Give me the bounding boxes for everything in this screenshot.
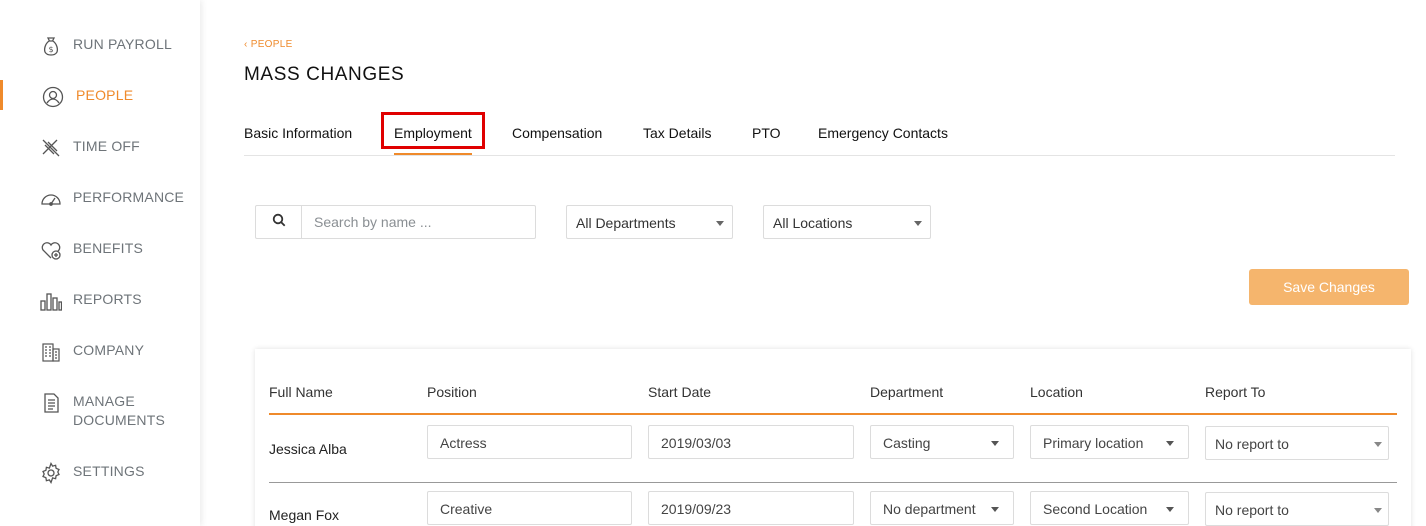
breadcrumb[interactable]: ‹ PEOPLE [244, 39, 293, 50]
search-box [255, 205, 536, 239]
row-divider [269, 482, 1397, 483]
department-value: Casting [883, 435, 931, 451]
column-header-position: Position [427, 384, 477, 400]
start-date-input[interactable]: 2019/03/03 [648, 425, 854, 459]
user-circle-icon [42, 86, 64, 108]
heart-plus-icon [40, 239, 62, 261]
caret-down-icon [1166, 507, 1174, 512]
tab-compensation[interactable]: Compensation [512, 125, 602, 141]
search-button[interactable] [256, 206, 302, 238]
report-to-select[interactable]: No report to [1205, 492, 1389, 526]
column-header-report-to: Report To [1205, 384, 1266, 400]
caret-down-icon [716, 221, 724, 226]
location-value: Second Location [1043, 501, 1148, 517]
start-date-input[interactable]: 2019/09/23 [648, 491, 854, 525]
caret-down-icon [914, 221, 922, 226]
tab-basic-information[interactable]: Basic Information [244, 125, 352, 141]
sidebar-item-label: PEOPLE [76, 87, 134, 103]
tab-emergency-contacts[interactable]: Emergency Contacts [818, 125, 948, 141]
bar-chart-icon [40, 290, 62, 312]
document-icon [40, 392, 62, 414]
department-select[interactable]: Casting [870, 425, 1014, 459]
active-indicator [0, 80, 3, 110]
department-value: No department [883, 501, 976, 517]
sidebar-item-label: TIME OFF [73, 138, 140, 154]
column-header-start-date: Start Date [648, 384, 712, 400]
gauge-icon [40, 188, 62, 210]
report-to-value: No report to [1215, 436, 1289, 452]
svg-text:$: $ [49, 45, 54, 54]
money-bag-icon: $ [40, 35, 62, 57]
tab-tax-details[interactable]: Tax Details [643, 125, 711, 141]
page-title: MASS CHANGES [244, 64, 405, 85]
report-to-value: No report to [1215, 502, 1289, 518]
position-input[interactable]: Actress [427, 425, 632, 459]
employee-name: Jessica Alba [269, 441, 347, 457]
sidebar-item-label: MANAGE [73, 393, 135, 409]
sidebar: $ RUN PAYROLL PEOPLE TIME OFF PERFORMANC… [0, 0, 200, 526]
department-filter-value: All Departments [576, 215, 676, 231]
sidebar-item-label: SETTINGS [73, 463, 145, 479]
caret-down-icon [1166, 441, 1174, 446]
tab-highlight-box [381, 112, 485, 149]
caret-down-icon [1374, 508, 1382, 513]
department-select[interactable]: No department [870, 491, 1014, 525]
sidebar-item-label: COMPANY [73, 342, 145, 358]
sidebar-item-label: PERFORMANCE [73, 189, 185, 205]
caret-down-icon [991, 441, 999, 446]
column-header-department: Department [870, 384, 944, 400]
location-select[interactable]: Primary location [1030, 425, 1189, 459]
sidebar-item-label: REPORTS [73, 291, 142, 307]
sidebar-item-label: RUN PAYROLL [73, 36, 172, 52]
location-value: Primary location [1043, 435, 1144, 451]
airplane-icon [40, 137, 62, 159]
chevron-left-icon: ‹ [244, 39, 248, 50]
column-header-full-name: Full Name [269, 384, 333, 400]
sidebar-item-label: BENEFITS [73, 240, 144, 256]
header-divider [269, 413, 1397, 415]
tab-pto[interactable]: PTO [752, 125, 781, 141]
location-filter-select[interactable]: All Locations [763, 205, 931, 239]
caret-down-icon [991, 507, 999, 512]
breadcrumb-label: PEOPLE [250, 39, 293, 50]
location-filter-value: All Locations [773, 215, 853, 231]
building-icon [40, 341, 62, 363]
search-input[interactable] [302, 206, 535, 238]
column-header-location: Location [1030, 384, 1083, 400]
sidebar-item-label-line2: DOCUMENTS [73, 412, 166, 428]
employment-table: Full Name Position Start Date Department… [255, 349, 1411, 526]
report-to-select[interactable]: No report to [1205, 426, 1389, 460]
location-select[interactable]: Second Location [1030, 491, 1189, 525]
save-changes-button[interactable]: Save Changes [1249, 269, 1409, 305]
position-input[interactable]: Creative [427, 491, 632, 525]
gear-icon [40, 462, 62, 484]
department-filter-select[interactable]: All Departments [566, 205, 733, 239]
search-icon [272, 213, 286, 232]
employee-name: Megan Fox [269, 507, 340, 523]
caret-down-icon [1374, 442, 1382, 447]
